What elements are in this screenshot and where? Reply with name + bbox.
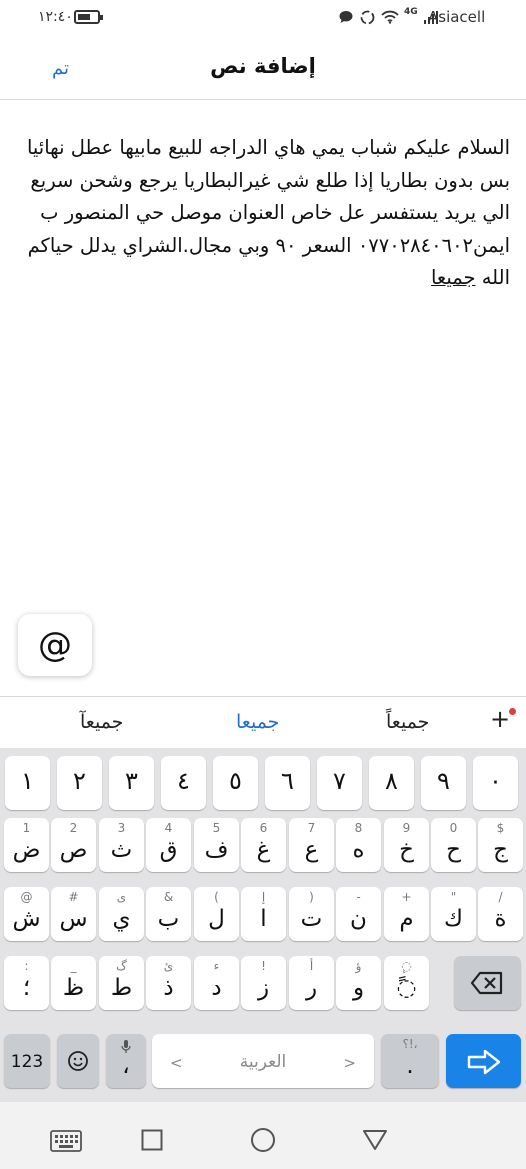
key[interactable]: / ة — [478, 887, 523, 941]
emoji-icon — [68, 1051, 88, 1071]
status-icons: 4G — [338, 6, 439, 28]
key[interactable]: ٩ — [421, 756, 466, 810]
key[interactable]: ٦ — [265, 756, 310, 810]
text-line-last: الله جميعا — [18, 262, 510, 295]
emoji-key[interactable] — [57, 1034, 99, 1088]
key[interactable]: 5ف — [194, 818, 239, 872]
app-header: تم إضافة نص — [0, 36, 526, 100]
key[interactable]: 8ه — [336, 818, 381, 872]
sync-icon — [360, 10, 375, 24]
space-key[interactable]: < العربية > — [152, 1034, 374, 1088]
key[interactable]: 4ق — [146, 818, 191, 872]
comma-key[interactable]: ، — [106, 1034, 146, 1088]
key[interactable]: ٤ — [161, 756, 206, 810]
enter-key[interactable] — [446, 1034, 521, 1088]
space-right-arrow: > — [343, 1054, 356, 1072]
period-key[interactable]: ؟!،. — [381, 1034, 439, 1088]
key[interactable]: (ل — [194, 887, 239, 941]
suggestion-middle[interactable]: جميعا — [236, 711, 279, 733]
text-line: ايمن٠٧٧٠٢٨٤٠٦٠٢ السعر ٩٠ وبي مجال.الشراي… — [27, 233, 510, 257]
back-icon[interactable] — [362, 1129, 388, 1151]
enter-arrow-icon — [467, 1049, 501, 1075]
backspace-icon — [470, 971, 503, 995]
key[interactable]: 1ض — [4, 818, 49, 872]
key[interactable]: " ك — [431, 887, 476, 941]
key[interactable]: 9خ — [384, 818, 429, 872]
status-bar: ١٢:٤٠ 4G Asiacell — [0, 0, 526, 36]
key[interactable]: ئذ — [146, 956, 191, 1010]
suggestion-bar: جميعآ جميعا جميعاً + — [0, 696, 526, 748]
suggestion-left[interactable]: جميعآ — [80, 711, 123, 733]
key[interactable]: ٧ — [317, 756, 362, 810]
key[interactable]: _ ظ — [51, 956, 96, 1010]
notification-dot — [509, 708, 516, 715]
text-line: السلام عليكم شباب يمي هاي الدراجه للبيع … — [26, 136, 510, 159]
current-word: جميعا — [430, 266, 476, 289]
key[interactable]: گط — [99, 956, 144, 1010]
add-suggestion-button[interactable]: + — [490, 705, 510, 733]
key[interactable]: 3ث — [99, 818, 144, 872]
key[interactable]: $ ج — [478, 818, 523, 872]
keyboard: ١ ٢ ٣ ٤ ٥ ٦ ٧ ٨ ٩ ٠ 1ض 2ص 3ث 4ق 5ف 6غ 7ع… — [0, 748, 526, 1102]
text-line: بس بدون بطاريا إذا طلع شي غيرالبطاريا ير… — [30, 168, 510, 192]
key[interactable]: 0ح — [431, 818, 476, 872]
key[interactable]: ٢ — [57, 756, 102, 810]
key[interactable]: @ ش — [4, 887, 49, 941]
at-symbol: @ — [38, 625, 72, 665]
key[interactable]: ◌ٕ ◌ً — [384, 956, 429, 1010]
key[interactable]: ىي — [99, 887, 144, 941]
key[interactable]: # س — [51, 887, 96, 941]
text-input-area[interactable]: السلام عليكم شباب يمي هاي الدراجه للبيع … — [18, 132, 510, 295]
key[interactable]: ؤو — [336, 956, 381, 1010]
key[interactable]: أر — [289, 956, 334, 1010]
key[interactable]: : ؛ — [4, 956, 49, 1010]
key[interactable]: 2ص — [51, 818, 96, 872]
key[interactable]: 7ع — [289, 818, 334, 872]
text-line: الي يريد يستفسر عل خاص العنوان موصل حي ا… — [40, 201, 510, 224]
carrier-name: Asiacell — [428, 8, 486, 26]
key[interactable]: + م — [384, 887, 429, 941]
key[interactable]: ٠ — [473, 756, 518, 810]
key[interactable]: ) ت — [289, 887, 334, 941]
key[interactable]: ٨ — [369, 756, 414, 810]
key[interactable]: -ن — [336, 887, 381, 941]
network-type: 4G — [404, 7, 418, 17]
key[interactable]: ٥ — [213, 756, 258, 810]
mention-button[interactable]: @ — [18, 614, 92, 676]
key[interactable]: ١ — [5, 756, 50, 810]
mic-icon — [121, 1040, 131, 1053]
home-icon[interactable] — [250, 1127, 276, 1153]
numbers-key[interactable]: 123 — [4, 1034, 50, 1088]
suggestion-right[interactable]: جميعاً — [386, 711, 429, 733]
status-time: ١٢:٤٠ — [38, 9, 73, 25]
battery-icon — [74, 10, 103, 24]
navigation-bar — [0, 1102, 526, 1169]
key[interactable]: ءد — [194, 956, 239, 1010]
key[interactable]: ! ز — [241, 956, 286, 1010]
key[interactable]: إا — [241, 887, 286, 941]
wifi-icon — [381, 10, 399, 24]
key[interactable]: & ب — [146, 887, 191, 941]
key[interactable]: ٣ — [109, 756, 154, 810]
recent-apps-icon[interactable] — [141, 1129, 163, 1151]
text-prefix: الله — [475, 266, 510, 289]
backspace-key[interactable] — [454, 956, 521, 1010]
page-title: إضافة نص — [210, 54, 316, 78]
keyboard-toggle-icon[interactable] — [50, 1130, 82, 1152]
key[interactable]: 6غ — [241, 818, 286, 872]
chat-bubble-icon — [339, 11, 353, 23]
